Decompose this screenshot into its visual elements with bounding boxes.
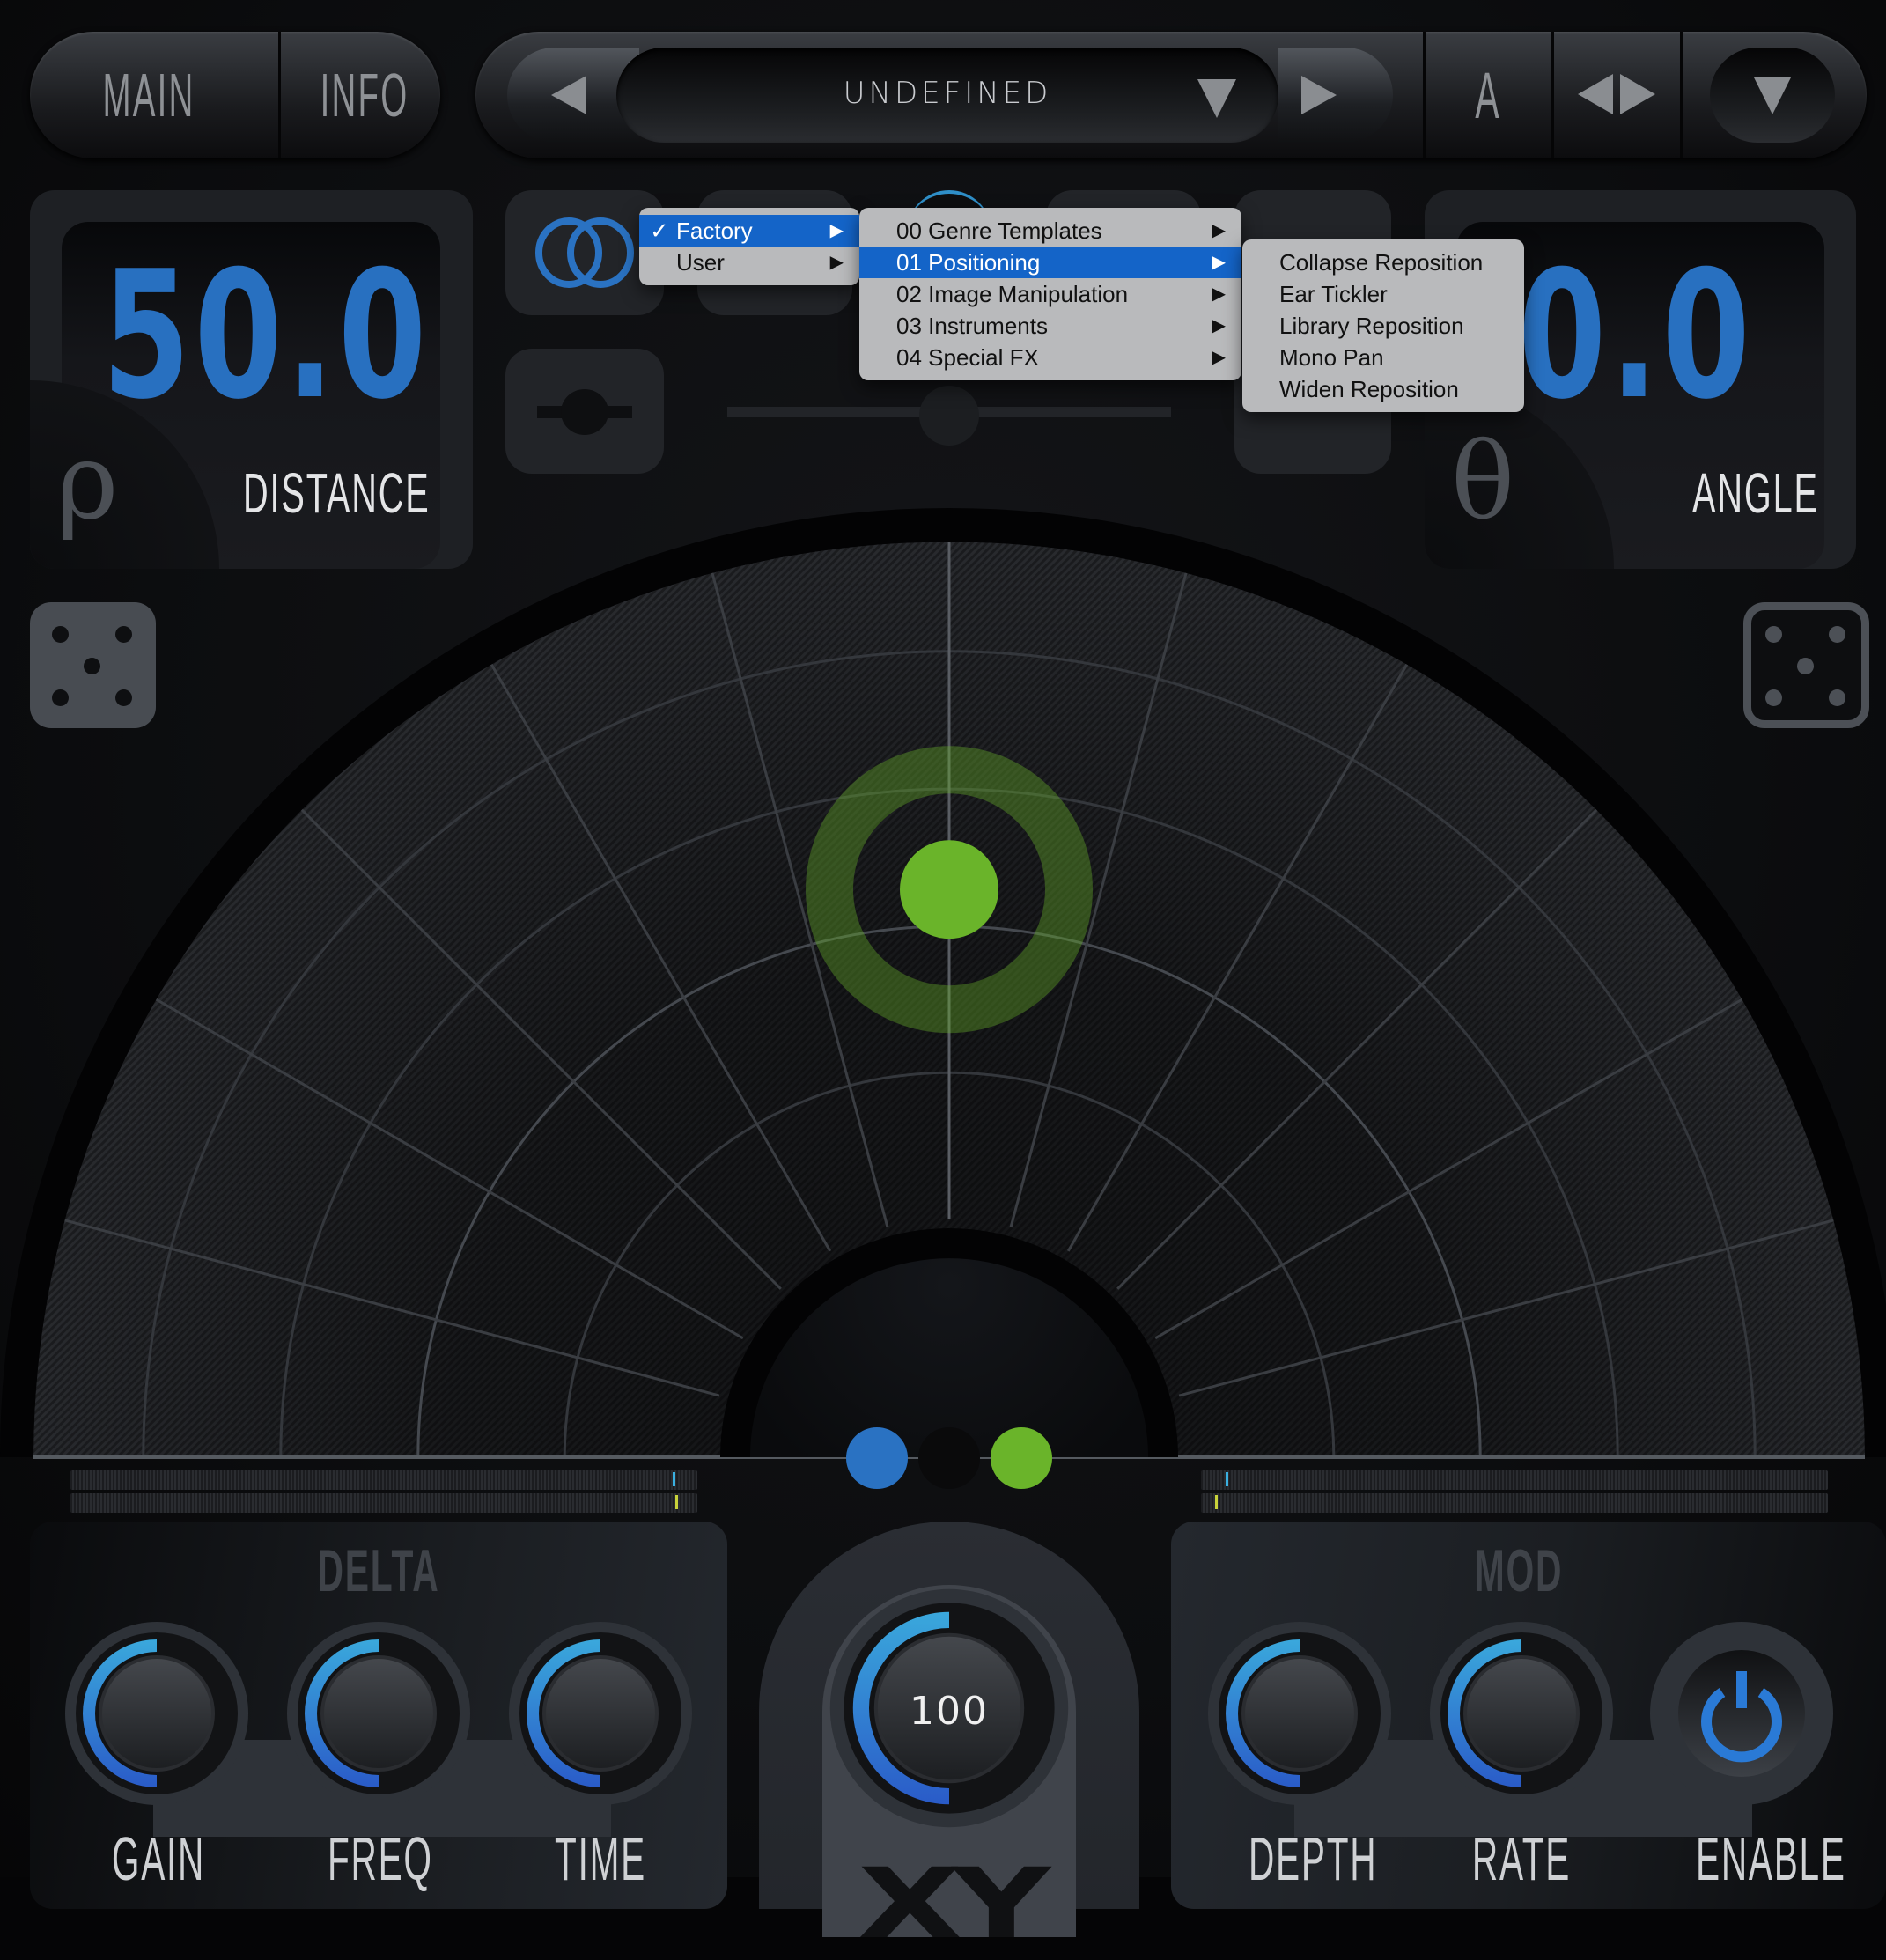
rate-knob[interactable] [1425,1617,1618,1810]
meter-marker [1215,1495,1219,1509]
meter-right-top [1201,1470,1828,1490]
menu-item-widen-reposition[interactable]: Widen Reposition [1242,373,1524,405]
xy-logo: XY [858,1847,1050,1960]
meter-marker [672,1472,675,1486]
checkmark-icon: ✓ [650,217,669,244]
knob-cap [1241,1655,1358,1772]
menu-item-genre-templates[interactable]: 00 Genre Templates ▶ [859,215,1241,247]
menu-item-image-manipulation[interactable]: 02 Image Manipulation ▶ [859,278,1241,310]
menu-item-special-fx[interactable]: 04 Special FX ▶ [859,342,1241,373]
menu-item-positioning[interactable]: 01 Positioning ▶ [859,247,1241,278]
preset-menu-bank: ✓ Factory ▶ User ▶ [639,208,859,285]
knob-cap [99,1655,215,1772]
panner-puck[interactable] [900,840,998,939]
depth-label: DEPTH [1249,1824,1378,1893]
time-knob[interactable] [504,1617,697,1810]
enable-button[interactable] [1645,1617,1838,1810]
submenu-arrow-icon: ▶ [1212,253,1226,272]
meter-marker [674,1495,678,1509]
source-indicator-left[interactable] [846,1427,908,1489]
submenu-arrow-icon: ▶ [1212,284,1226,304]
menu-item-instruments[interactable]: 03 Instruments ▶ [859,310,1241,342]
menu-item-factory[interactable]: ✓ Factory ▶ [639,215,859,247]
time-label: TIME [555,1824,646,1893]
knob-cap [320,1655,437,1772]
meter-left-bottom [70,1493,697,1513]
meter-right-bottom [1201,1493,1828,1513]
knob-cap [542,1655,659,1772]
menu-item-collapse-reposition[interactable]: Collapse Reposition [1242,247,1524,278]
preset-menu-presets: Collapse Reposition Ear Tickler Library … [1242,239,1524,412]
submenu-arrow-icon: ▶ [829,253,844,272]
source-indicator-center[interactable] [918,1427,980,1489]
preset-menu-category: 00 Genre Templates ▶ 01 Positioning ▶ 02 I… [859,208,1241,380]
source-indicator-right[interactable] [991,1427,1052,1489]
knob-cap [1463,1655,1580,1772]
meter-left-top [70,1470,697,1490]
menu-item-mono-pan[interactable]: Mono Pan [1242,342,1524,373]
enable-label: ENABLE [1696,1824,1846,1893]
meter-marker [1226,1472,1229,1486]
mod-title: MOD [1474,1537,1564,1604]
depth-knob[interactable] [1203,1617,1396,1810]
output-section: 100 XY [759,1522,1139,1960]
menu-item-library-reposition[interactable]: Library Reposition [1242,310,1524,342]
freq-knob[interactable] [282,1617,475,1810]
freq-label: FREQ [328,1824,433,1893]
submenu-arrow-icon: ▶ [1212,348,1226,367]
submenu-arrow-icon: ▶ [829,221,844,240]
gain-label: GAIN [111,1824,206,1893]
menu-item-user[interactable]: User ▶ [639,247,859,278]
menu-item-ear-tickler[interactable]: Ear Tickler [1242,278,1524,310]
rate-label: RATE [1471,1824,1572,1893]
submenu-arrow-icon: ▶ [1212,221,1226,240]
output-value: 100 [910,1689,989,1734]
gain-knob[interactable] [60,1617,254,1810]
delta-title: DELTA [317,1537,440,1604]
submenu-arrow-icon: ▶ [1212,316,1226,335]
